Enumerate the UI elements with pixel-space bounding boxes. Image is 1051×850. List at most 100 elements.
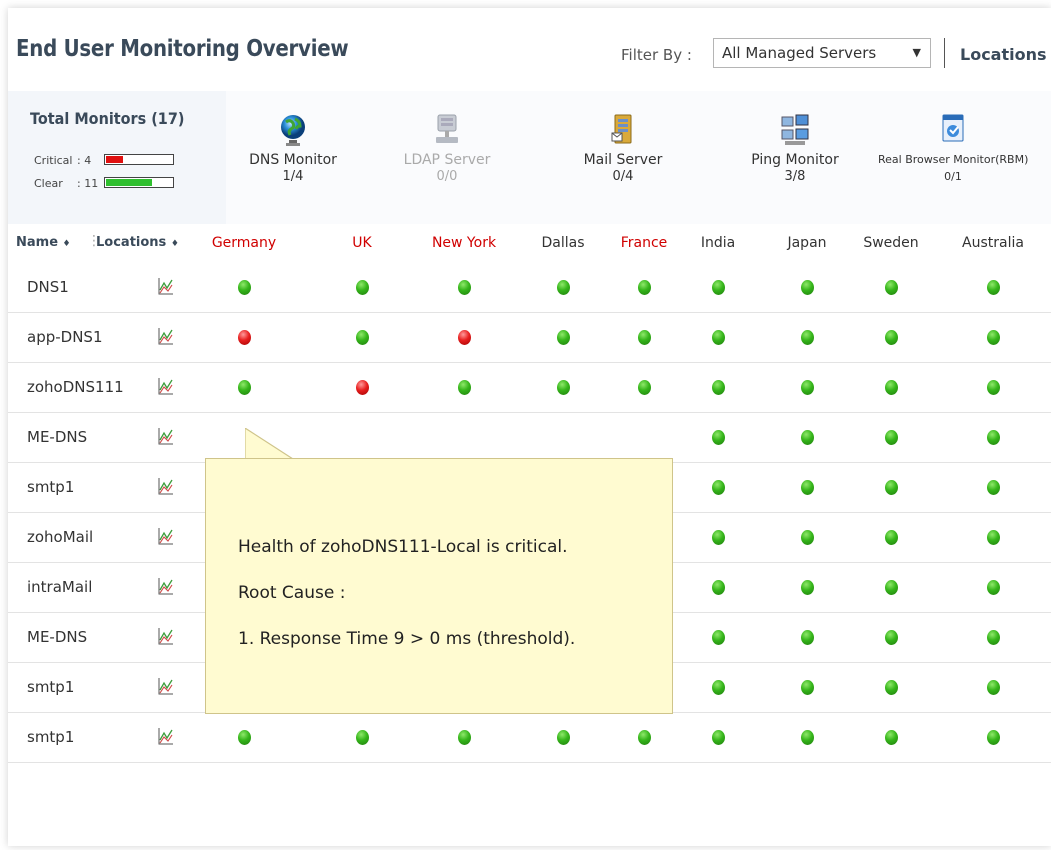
monitor-type-ldap[interactable]: LDAP Server 0/0 [372, 113, 522, 185]
monitor-name[interactable]: zohoMail [27, 528, 93, 546]
status-critical-icon[interactable] [356, 380, 369, 395]
status-up-icon[interactable] [801, 630, 814, 645]
graph-icon[interactable] [158, 527, 174, 545]
table-row[interactable]: app-DNS1 [8, 312, 1051, 363]
status-up-icon[interactable] [712, 680, 725, 695]
status-up-icon[interactable] [458, 380, 471, 395]
graph-icon[interactable] [158, 627, 174, 645]
table-row[interactable]: ME-DNS [8, 412, 1051, 463]
monitor-name[interactable]: smtp1 [27, 728, 74, 746]
graph-icon[interactable] [158, 277, 174, 295]
table-row[interactable]: DNS1 [8, 262, 1051, 313]
status-up-icon[interactable] [712, 430, 725, 445]
status-up-icon[interactable] [885, 430, 898, 445]
monitor-name[interactable]: intraMail [27, 578, 92, 596]
status-up-icon[interactable] [987, 430, 1000, 445]
graph-icon[interactable] [158, 327, 174, 345]
status-up-icon[interactable] [712, 530, 725, 545]
location-column-uk[interactable]: UK [352, 235, 371, 251]
status-up-icon[interactable] [638, 330, 651, 345]
status-up-icon[interactable] [356, 730, 369, 745]
status-up-icon[interactable] [557, 330, 570, 345]
location-column-dallas[interactable]: Dallas [541, 235, 584, 251]
status-up-icon[interactable] [638, 380, 651, 395]
status-up-icon[interactable] [458, 730, 471, 745]
status-up-icon[interactable] [987, 680, 1000, 695]
status-up-icon[interactable] [885, 680, 898, 695]
monitor-name[interactable]: ME-DNS [27, 628, 87, 646]
monitor-type-rbm[interactable]: Real Browser Monitor(RBM) 0/1 [878, 113, 1028, 185]
status-up-icon[interactable] [987, 530, 1000, 545]
status-up-icon[interactable] [712, 280, 725, 295]
status-up-icon[interactable] [356, 280, 369, 295]
status-up-icon[interactable] [557, 280, 570, 295]
monitor-type-ping[interactable]: Ping Monitor 3/8 [720, 113, 870, 185]
table-row[interactable]: zohoDNS111 [8, 362, 1051, 413]
monitor-name[interactable]: app-DNS1 [27, 328, 102, 346]
monitor-name[interactable]: zohoDNS111 [27, 378, 124, 396]
status-up-icon[interactable] [987, 280, 1000, 295]
name-column-header[interactable]: Name ♦ [16, 235, 71, 250]
status-up-icon[interactable] [712, 380, 725, 395]
status-up-icon[interactable] [885, 280, 898, 295]
location-column-sweden[interactable]: Sweden [863, 235, 918, 251]
status-up-icon[interactable] [885, 330, 898, 345]
status-up-icon[interactable] [885, 580, 898, 595]
monitor-type-mail[interactable]: Mail Server 0/4 [548, 113, 698, 185]
status-up-icon[interactable] [801, 280, 814, 295]
graph-icon[interactable] [158, 477, 174, 495]
status-up-icon[interactable] [458, 280, 471, 295]
status-up-icon[interactable] [801, 730, 814, 745]
status-up-icon[interactable] [885, 380, 898, 395]
status-up-icon[interactable] [557, 730, 570, 745]
status-up-icon[interactable] [801, 530, 814, 545]
status-up-icon[interactable] [801, 580, 814, 595]
location-column-india[interactable]: India [701, 235, 735, 251]
status-up-icon[interactable] [885, 480, 898, 495]
status-up-icon[interactable] [885, 630, 898, 645]
status-up-icon[interactable] [801, 330, 814, 345]
status-up-icon[interactable] [712, 730, 725, 745]
status-up-icon[interactable] [638, 280, 651, 295]
status-up-icon[interactable] [987, 330, 1000, 345]
status-up-icon[interactable] [987, 480, 1000, 495]
monitor-name[interactable]: smtp1 [27, 478, 74, 496]
table-row[interactable]: smtp1 [8, 712, 1051, 763]
monitor-name[interactable]: smtp1 [27, 678, 74, 696]
location-column-japan[interactable]: Japan [787, 235, 826, 251]
status-up-icon[interactable] [712, 480, 725, 495]
graph-icon[interactable] [158, 577, 174, 595]
graph-icon[interactable] [158, 377, 174, 395]
status-up-icon[interactable] [712, 330, 725, 345]
locations-column-header[interactable]: Locations ♦ [96, 235, 179, 250]
status-up-icon[interactable] [801, 480, 814, 495]
status-up-icon[interactable] [801, 430, 814, 445]
status-up-icon[interactable] [238, 730, 251, 745]
status-critical-icon[interactable] [238, 330, 251, 345]
status-up-icon[interactable] [638, 730, 651, 745]
monitor-name[interactable]: DNS1 [27, 278, 69, 296]
graph-icon[interactable] [158, 427, 174, 445]
location-column-new-york[interactable]: New York [432, 235, 496, 251]
location-column-australia[interactable]: Australia [962, 235, 1024, 251]
status-up-icon[interactable] [987, 630, 1000, 645]
locations-link[interactable]: Locations [960, 45, 1047, 64]
status-up-icon[interactable] [987, 730, 1000, 745]
status-up-icon[interactable] [987, 380, 1000, 395]
monitor-type-dns[interactable]: DNS Monitor 1/4 [218, 113, 368, 185]
status-up-icon[interactable] [801, 380, 814, 395]
location-column-france[interactable]: France [621, 235, 668, 251]
status-critical-icon[interactable] [458, 330, 471, 345]
status-up-icon[interactable] [885, 530, 898, 545]
monitor-name[interactable]: ME-DNS [27, 428, 87, 446]
graph-icon[interactable] [158, 677, 174, 695]
status-up-icon[interactable] [356, 330, 369, 345]
status-up-icon[interactable] [987, 580, 1000, 595]
status-up-icon[interactable] [238, 380, 251, 395]
location-column-germany[interactable]: Germany [212, 235, 276, 251]
status-up-icon[interactable] [885, 730, 898, 745]
status-up-icon[interactable] [712, 580, 725, 595]
status-up-icon[interactable] [712, 630, 725, 645]
graph-icon[interactable] [158, 727, 174, 745]
status-up-icon[interactable] [801, 680, 814, 695]
